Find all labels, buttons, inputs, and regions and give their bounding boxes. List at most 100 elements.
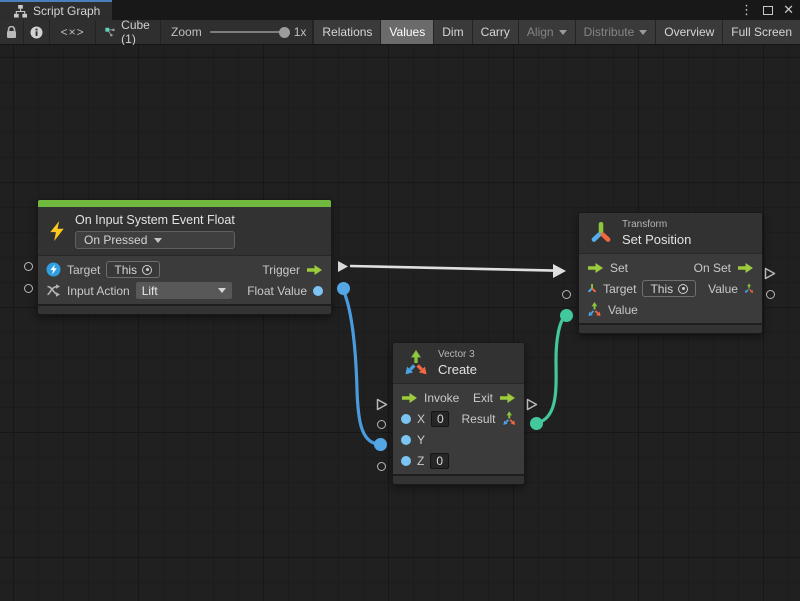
align-label: Align xyxy=(527,25,554,39)
event-target-this-button[interactable]: This xyxy=(106,261,160,278)
event-input-action-row: Input Action Lift Float Value xyxy=(38,280,331,301)
target-this-button[interactable]: This xyxy=(642,280,696,297)
z-value-input[interactable]: 0 xyxy=(430,453,449,469)
object-picker-icon xyxy=(678,284,688,294)
values-button[interactable]: Values xyxy=(380,20,433,44)
overview-button[interactable]: Overview xyxy=(655,20,722,44)
event-mode-dropdown[interactable]: On Pressed xyxy=(75,231,235,249)
chevron-down-icon xyxy=(559,30,567,35)
input-action-select[interactable]: Lift xyxy=(136,282,232,299)
on-set-port-label: On Set xyxy=(694,261,731,275)
gameobject-event-icon xyxy=(46,262,61,277)
vector3-icon xyxy=(502,411,517,426)
set-row: Set On Set xyxy=(579,257,762,278)
tab-title: Script Graph xyxy=(33,4,100,18)
close-icon[interactable]: ✕ xyxy=(783,0,794,20)
fullscreen-button[interactable]: Full Screen xyxy=(722,20,800,44)
event-mode-value: On Pressed xyxy=(84,233,147,247)
event-node-header[interactable]: On Input System Event Float On Pressed xyxy=(38,207,331,255)
carry-label: Carry xyxy=(481,25,510,39)
object-picker-icon xyxy=(142,265,152,275)
z-row: Z 0 xyxy=(393,450,524,471)
port-result-out[interactable] xyxy=(530,417,543,430)
chevron-down-icon xyxy=(154,238,162,243)
port-exit-out[interactable] xyxy=(526,398,538,411)
code-toggle-label: <×> xyxy=(61,25,85,39)
input-action-icon xyxy=(46,283,61,298)
event-node-footer xyxy=(38,304,331,314)
exit-port-label: Exit xyxy=(473,391,493,405)
port-trigger-out[interactable] xyxy=(337,260,349,273)
lock-icon xyxy=(6,26,17,39)
inspect-button[interactable] xyxy=(24,20,50,44)
event-node-body: Target This Trigger xyxy=(38,255,331,304)
values-label: Values xyxy=(389,25,425,39)
zoom-slider-handle[interactable] xyxy=(279,27,290,38)
window-menu-icon[interactable]: ⋮ xyxy=(740,0,753,20)
wire-floatvalue-to-y[interactable] xyxy=(344,292,377,444)
result-port-label: Result xyxy=(461,412,495,426)
overview-label: Overview xyxy=(664,25,714,39)
breadcrumb-label: Cube (1) xyxy=(121,18,154,46)
script-graph-icon xyxy=(14,5,27,18)
wire-trigger-to-set[interactable] xyxy=(350,264,566,278)
zoom-label: Zoom xyxy=(171,25,202,39)
set-port-label: Set xyxy=(610,261,628,275)
flow-arrow-icon xyxy=(499,392,516,404)
port-z-in[interactable] xyxy=(377,462,386,471)
set-position-title: Set Position xyxy=(622,232,691,247)
port-event-input-action-in[interactable] xyxy=(24,284,33,293)
port-setposition-value-out[interactable] xyxy=(766,290,775,299)
zoom-control: Zoom 1x xyxy=(161,20,313,44)
target-row: Target This Value xyxy=(579,278,762,299)
y-port-label: Y xyxy=(417,433,425,447)
graph-asset-icon xyxy=(105,25,115,39)
port-on-set-out[interactable] xyxy=(764,267,776,280)
carry-button[interactable]: Carry xyxy=(472,20,518,44)
distribute-dropdown[interactable]: Distribute xyxy=(575,20,656,44)
port-x-in[interactable] xyxy=(377,420,386,429)
float-value-port-label: Float Value xyxy=(247,284,307,298)
window-titlebar: Script Graph ⋮ ✕ xyxy=(0,0,800,20)
port-setposition-value-in[interactable] xyxy=(560,309,573,322)
set-position-header[interactable]: Transform Set Position xyxy=(579,213,762,253)
y-row: Y xyxy=(393,429,524,450)
maximize-icon[interactable] xyxy=(763,6,773,15)
float-port-icon xyxy=(401,435,411,445)
transform-icon xyxy=(587,281,597,296)
flow-arrow-icon xyxy=(306,264,323,276)
this-label: This xyxy=(114,263,137,277)
vector3-header[interactable]: Vector 3 Create xyxy=(393,343,524,383)
float-port-icon xyxy=(313,286,323,296)
dim-label: Dim xyxy=(442,25,463,39)
port-event-target-in[interactable] xyxy=(24,262,33,271)
node-set-position[interactable]: Transform Set Position Set On Set xyxy=(578,212,763,334)
port-y-in[interactable] xyxy=(374,438,387,451)
graph-canvas[interactable]: On Input System Event Float On Pressed T… xyxy=(0,45,800,601)
node-vector3-create[interactable]: Vector 3 Create Invoke Exit X 0 xyxy=(392,342,525,485)
port-setposition-target-in[interactable] xyxy=(562,290,571,299)
distribute-label: Distribute xyxy=(584,25,635,39)
relations-button[interactable]: Relations xyxy=(313,20,380,44)
x-value-input[interactable]: 0 xyxy=(431,411,449,427)
tab-script-graph[interactable]: Script Graph xyxy=(0,0,112,20)
set-position-body: Set On Set Target This xyxy=(579,253,762,323)
wire-result-to-value[interactable] xyxy=(537,316,565,423)
breadcrumb[interactable]: Cube (1) xyxy=(96,20,161,44)
vector3-body: Invoke Exit X 0 Result xyxy=(393,383,524,474)
lock-button[interactable] xyxy=(0,20,24,44)
trigger-port-label: Trigger xyxy=(262,263,300,277)
window-controls: ⋮ ✕ xyxy=(740,0,796,20)
port-invoke-in[interactable] xyxy=(376,398,388,411)
dim-button[interactable]: Dim xyxy=(433,20,471,44)
input-action-label: Input Action xyxy=(67,284,130,298)
zoom-slider[interactable] xyxy=(210,31,286,33)
lightning-bolt-icon xyxy=(48,221,66,241)
align-dropdown[interactable]: Align xyxy=(518,20,575,44)
this-label: This xyxy=(650,282,673,296)
flow-arrow-icon xyxy=(737,262,754,274)
code-preview-toggle[interactable]: <×> xyxy=(50,20,96,44)
node-on-input-system-event-float[interactable]: On Input System Event Float On Pressed T… xyxy=(37,199,332,315)
port-float-value-out[interactable] xyxy=(337,282,350,295)
set-position-footer xyxy=(579,323,762,333)
